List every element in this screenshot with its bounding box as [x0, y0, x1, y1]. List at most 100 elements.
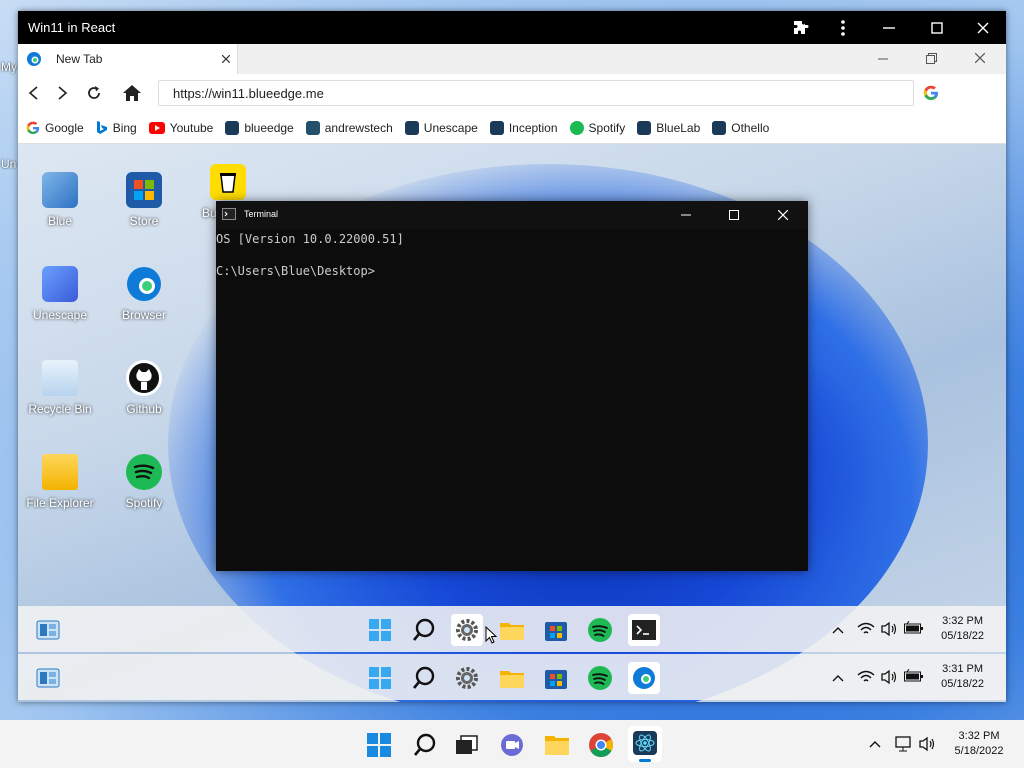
volume-icon[interactable] [880, 621, 898, 637]
back-icon[interactable] [28, 86, 38, 100]
unescape-icon [42, 266, 78, 302]
desktop-icon-github[interactable]: Github [102, 360, 186, 416]
window-title: Win11 in React [28, 20, 116, 35]
battery-icon[interactable] [904, 669, 924, 683]
terminal-window[interactable]: Terminal OS [Version 10.0.22000.51] C:\U… [216, 201, 808, 571]
clock-date: 05/18/22 [941, 630, 984, 642]
desktop-icon-file-explorer[interactable]: File Explorer [18, 454, 102, 510]
desktop-icon-browser[interactable]: Browser [102, 266, 186, 322]
bookmark-spotify[interactable]: Spotify [569, 120, 625, 135]
folder-icon[interactable] [496, 614, 528, 646]
store-icon[interactable] [540, 614, 572, 646]
chevron-up-icon[interactable] [869, 740, 881, 748]
start-icon[interactable] [364, 614, 396, 646]
desktop-icon-unescape[interactable]: Unescape [18, 266, 102, 322]
maximize-button[interactable] [914, 11, 960, 44]
tab-strip: New Tab [18, 44, 1006, 74]
search-icon[interactable] [408, 662, 440, 694]
bookmark-blueedge[interactable]: blueedge [225, 120, 294, 135]
chat-icon[interactable] [499, 732, 525, 758]
store-icon [126, 172, 162, 208]
widgets-icon[interactable] [32, 614, 64, 646]
desktop-icon-label: Store [129, 214, 159, 228]
terminal-icon [222, 208, 236, 220]
clock-date: 5/18/2022 [954, 745, 1004, 757]
tab-new-tab[interactable]: New Tab [18, 44, 238, 74]
reload-icon[interactable] [86, 85, 102, 101]
gear-icon[interactable] [451, 662, 483, 694]
bookmark-bluelab[interactable]: BlueLab [637, 120, 700, 135]
inner-minimize-button[interactable] [878, 58, 888, 60]
network-icon[interactable] [894, 735, 914, 753]
settings-button[interactable] [451, 614, 483, 646]
home-icon[interactable] [122, 84, 142, 102]
desktop-icon-blue[interactable]: Blue [18, 172, 102, 228]
bookmark-bing[interactable]: Bing [96, 120, 137, 135]
terminal-prompt: C:\Users\Blue\Desktop> [216, 264, 375, 278]
volume-icon[interactable] [880, 669, 898, 685]
spotify-icon[interactable] [584, 614, 616, 646]
bookmark-othello[interactable]: Othello [712, 120, 769, 135]
main-taskbar: 3:32 PM 5/18/2022 [0, 720, 1024, 768]
task-view-icon[interactable] [454, 734, 480, 756]
desktop-icon-label: Spotify [125, 496, 163, 510]
extensions-icon[interactable] [778, 11, 824, 44]
desktop-icon-label: Unescape [32, 308, 88, 322]
desktop-icon-spotify[interactable]: Spotify [102, 454, 186, 510]
spotify-icon [126, 454, 162, 490]
bookmarks-bar: Google Bing Youtube blueedge andrewstech… [18, 112, 1006, 144]
google-search-icon[interactable] [923, 85, 939, 101]
spotify-icon[interactable] [584, 662, 616, 694]
win11react-taskbar-button[interactable] [628, 726, 662, 762]
start-icon[interactable] [364, 662, 396, 694]
store-icon[interactable] [540, 662, 572, 694]
terminal-output[interactable]: OS [Version 10.0.22000.51] C:\Users\Blue… [216, 229, 808, 571]
address-bar: https://win11.blueedge.me [18, 74, 1006, 112]
browser-taskbar-button[interactable] [628, 662, 660, 694]
wifi-icon[interactable] [857, 622, 875, 636]
volume-icon[interactable] [918, 735, 938, 753]
battery-icon[interactable] [904, 621, 924, 635]
edge-icon [127, 267, 161, 301]
browser-titlebar: Win11 in React [18, 11, 1006, 44]
chrome-icon[interactable] [588, 732, 614, 758]
minimize-button[interactable] [866, 11, 912, 44]
terminal-maximize-button[interactable] [729, 210, 739, 220]
inner-close-button[interactable] [975, 53, 985, 63]
google-icon [26, 121, 40, 134]
bookmark-google[interactable]: Google [26, 121, 84, 135]
search-icon[interactable] [408, 614, 440, 646]
bookmark-andrewstech[interactable]: andrewstech [305, 120, 393, 135]
taskbar-clock[interactable]: 3:31 PM 05/18/22 [941, 662, 984, 692]
chevron-up-icon[interactable] [832, 674, 844, 682]
tab-close-icon[interactable] [222, 55, 230, 63]
terminal-minimize-button[interactable] [681, 214, 691, 216]
taskbar-clock[interactable]: 3:32 PM 5/18/2022 [944, 729, 1014, 759]
wifi-icon[interactable] [857, 670, 875, 684]
desktop-icon-label: Blue [47, 214, 73, 228]
folder-icon[interactable] [496, 662, 528, 694]
inner-restore-button[interactable] [926, 53, 937, 64]
kebab-menu-icon[interactable] [820, 11, 866, 44]
bookmark-label: Google [45, 120, 84, 135]
inner-desktop: Blue Store Bu Unescape Browser Recycle B… [18, 144, 1006, 702]
terminal-taskbar-button[interactable] [628, 614, 660, 646]
search-icon[interactable] [412, 732, 438, 758]
url-input[interactable]: https://win11.blueedge.me [158, 80, 914, 106]
bookmark-unescape[interactable]: Unescape [404, 120, 478, 135]
start-icon[interactable] [366, 732, 392, 758]
desktop-icon-store[interactable]: Store [102, 172, 186, 228]
react-logo-icon [637, 120, 652, 135]
clock-time: 3:32 PM [958, 730, 1000, 742]
taskbar-clock[interactable]: 3:32 PM 05/18/22 [941, 614, 984, 644]
folder-icon[interactable] [543, 732, 571, 758]
bookmark-inception[interactable]: Inception [489, 120, 558, 135]
forward-icon[interactable] [58, 86, 68, 100]
edge-icon [27, 52, 41, 66]
desktop-icon-recycle-bin[interactable]: Recycle Bin [18, 360, 102, 416]
chevron-up-icon[interactable] [832, 626, 844, 634]
terminal-close-button[interactable] [778, 210, 788, 220]
widgets-icon[interactable] [32, 662, 64, 694]
bookmark-youtube[interactable]: Youtube [148, 121, 213, 135]
close-button[interactable] [960, 11, 1006, 44]
